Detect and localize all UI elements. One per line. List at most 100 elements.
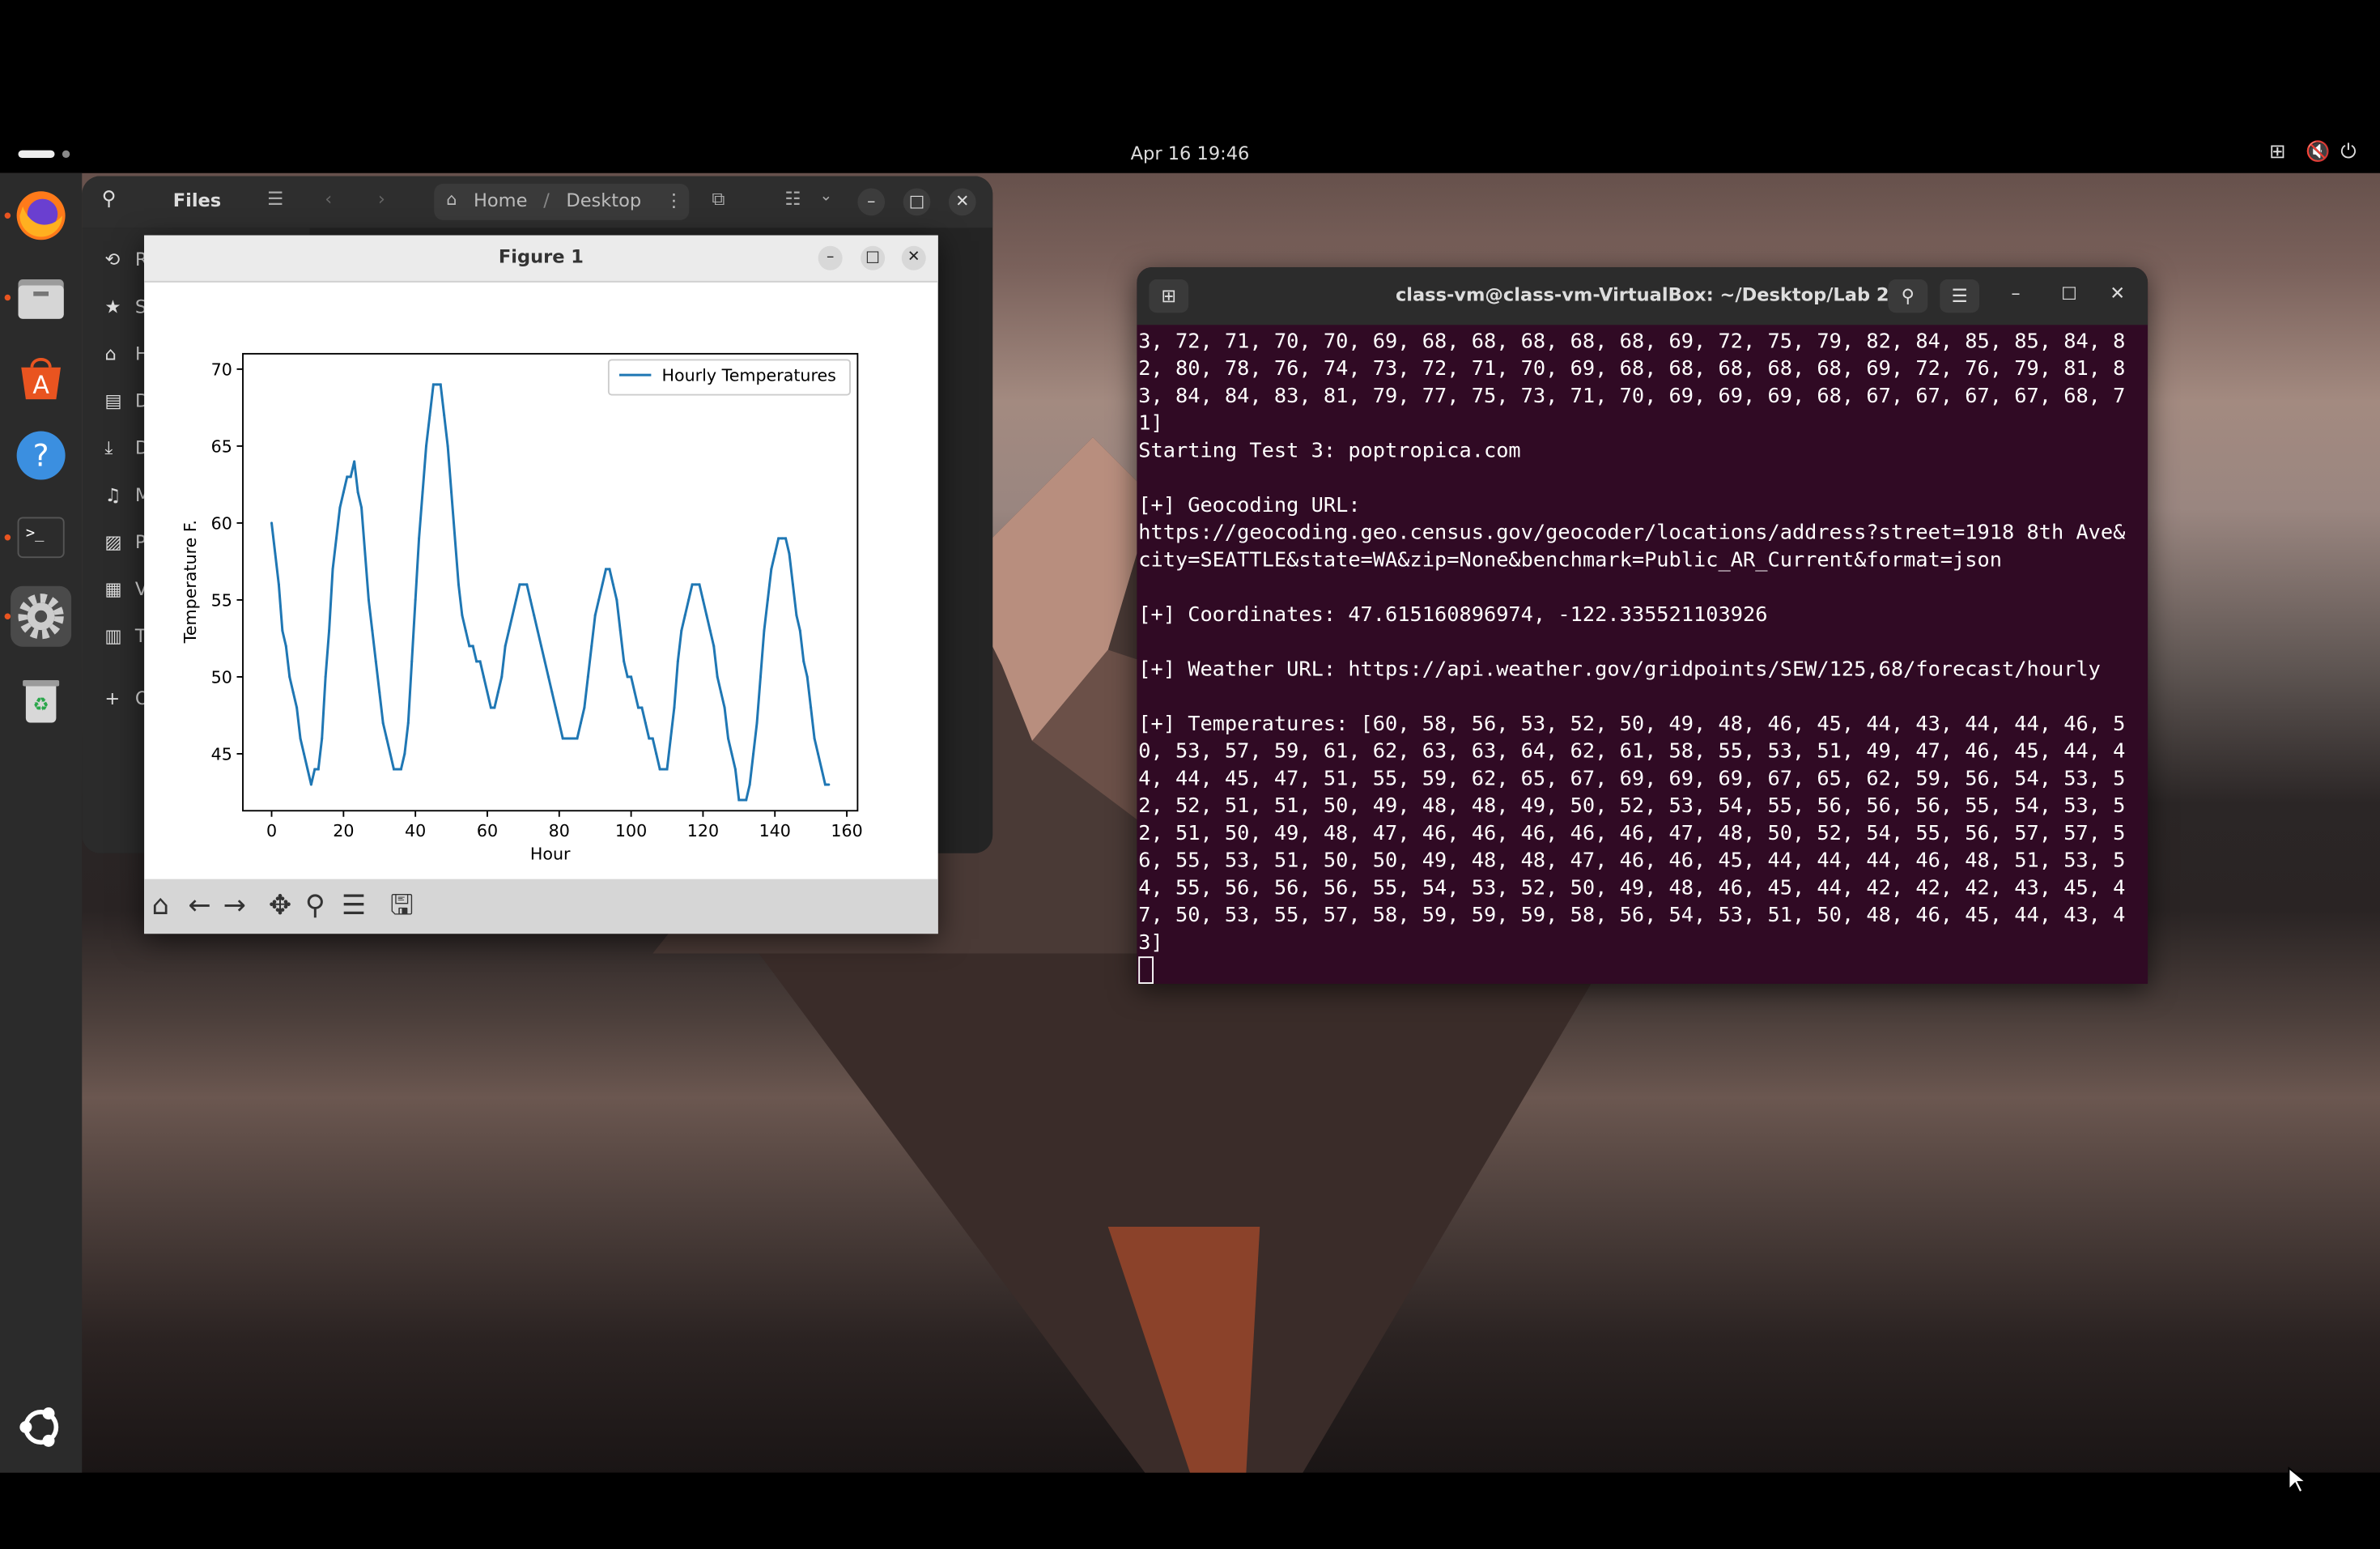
chart-canvas[interactable]: 0 20 40 60 80 100 120 140 160 455055606570 Hour … xyxy=(144,281,938,879)
close-button[interactable]: ✕ xyxy=(948,188,976,216)
minimize-button[interactable]: – xyxy=(2011,283,2020,304)
data-point xyxy=(374,660,377,663)
music-icon[interactable]: ♫ xyxy=(104,484,121,505)
data-point xyxy=(302,752,305,755)
data-point xyxy=(381,721,385,725)
data-point xyxy=(733,768,737,771)
network-icon[interactable]: ⊞ xyxy=(2269,141,2285,164)
downloads-icon[interactable]: ⤓ xyxy=(104,437,113,460)
pictures-icon[interactable]: ▨ xyxy=(104,531,121,552)
data-point xyxy=(338,506,342,509)
data-point xyxy=(695,583,698,586)
settings-icon[interactable] xyxy=(11,585,72,647)
close-button[interactable]: ✕ xyxy=(2110,283,2125,304)
data-point xyxy=(428,414,431,417)
data-point xyxy=(446,445,449,448)
minimize-button[interactable]: – xyxy=(818,245,843,270)
data-point xyxy=(360,506,363,509)
menu-icon[interactable]: ☰ xyxy=(1940,279,1979,313)
figure-toolbar: ⌂ ← → ✥ ⚲ ☰ 🖫 xyxy=(144,879,938,934)
data-point xyxy=(418,537,421,540)
data-point xyxy=(593,614,597,617)
minimize-button[interactable]: – xyxy=(857,188,886,216)
data-point xyxy=(546,675,550,679)
data-point xyxy=(525,583,529,586)
documents-icon[interactable]: ▤ xyxy=(104,390,121,411)
back-icon[interactable]: ← xyxy=(189,890,211,923)
terminal-headerbar: ⊞ class-vm@class-vm-VirtualBox: ~/Deskto… xyxy=(1137,267,2148,326)
help-icon[interactable]: ? xyxy=(11,425,71,486)
data-point xyxy=(471,645,474,648)
data-point xyxy=(586,675,589,679)
back-arrow-icon[interactable]: ‹ xyxy=(325,189,332,210)
firefox-icon[interactable] xyxy=(11,185,71,246)
close-button[interactable]: ✕ xyxy=(901,245,926,270)
pan-icon[interactable]: ✥ xyxy=(269,890,291,923)
recent-icon[interactable]: ⟲ xyxy=(104,249,120,270)
data-point xyxy=(766,598,769,602)
data-point xyxy=(798,629,801,632)
app-center-icon[interactable]: A xyxy=(11,347,71,407)
data-point xyxy=(723,706,726,709)
running-indicator xyxy=(4,294,11,301)
data-point xyxy=(457,583,460,586)
home-icon[interactable]: ⌂ xyxy=(152,890,169,923)
view-list-icon[interactable]: ☷ xyxy=(784,189,801,210)
y-tick-label: 60 xyxy=(211,513,232,533)
ubuntu-logo-icon[interactable] xyxy=(11,1397,71,1458)
home-folder-icon[interactable]: ⌂ xyxy=(104,343,116,364)
data-point xyxy=(496,691,499,694)
data-point xyxy=(810,706,813,709)
chevron-down-icon[interactable]: ⌄ xyxy=(820,189,833,206)
search-icon[interactable]: ⚲ xyxy=(1888,279,1928,313)
trash-icon[interactable]: ♻ xyxy=(11,668,71,729)
breadcrumb-home[interactable]: Home xyxy=(474,189,527,211)
data-point xyxy=(626,675,629,679)
new-tab-icon[interactable]: ⧉ xyxy=(712,189,725,211)
add-location-icon[interactable]: + xyxy=(104,687,120,709)
terminal-icon[interactable]: >_ xyxy=(11,507,71,568)
videos-icon[interactable]: ▦ xyxy=(104,578,121,599)
files-icon[interactable] xyxy=(11,267,71,328)
configure-icon[interactable]: ☰ xyxy=(342,890,366,923)
breadcrumb-menu-icon[interactable]: ⋮ xyxy=(665,189,683,211)
data-point xyxy=(716,675,719,679)
data-point xyxy=(558,721,561,725)
terminal-prompt[interactable] xyxy=(1138,956,2146,984)
data-point xyxy=(410,660,414,663)
data-point xyxy=(461,614,464,617)
data-point xyxy=(540,645,543,648)
data-point xyxy=(784,537,788,540)
starred-icon[interactable]: ★ xyxy=(104,296,121,317)
forward-icon[interactable]: → xyxy=(223,890,246,923)
data-point xyxy=(630,675,633,679)
forward-arrow-icon[interactable]: › xyxy=(378,189,385,210)
data-point xyxy=(770,568,773,571)
data-point xyxy=(353,460,356,463)
data-point xyxy=(342,491,345,494)
data-point xyxy=(356,491,359,494)
terminal-output[interactable]: 3, 72, 71, 70, 70, 69, 68, 68, 68, 68, 6… xyxy=(1138,328,2146,984)
save-icon[interactable]: 🖫 xyxy=(390,890,414,923)
data-point xyxy=(295,706,299,709)
data-point xyxy=(644,721,647,725)
search-icon[interactable]: ⚲ xyxy=(102,189,117,211)
data-point xyxy=(655,752,658,755)
volume-muted-icon[interactable]: 🔇 xyxy=(2306,141,2330,164)
data-point xyxy=(608,568,611,571)
trash-folder-icon[interactable]: ▥ xyxy=(104,626,121,647)
data-point xyxy=(698,583,701,586)
sidebar-menu-icon[interactable]: ☰ xyxy=(267,189,283,210)
maximize-button[interactable]: □ xyxy=(903,188,931,216)
data-point xyxy=(633,691,636,694)
breadcrumb-desktop[interactable]: Desktop xyxy=(566,189,641,211)
data-point xyxy=(482,675,486,679)
data-point xyxy=(662,768,665,771)
zoom-icon[interactable]: ⚲ xyxy=(305,890,325,923)
data-point xyxy=(691,583,694,586)
maximize-button[interactable]: □ xyxy=(861,245,886,270)
maximize-button[interactable]: □ xyxy=(2061,283,2077,302)
clock[interactable]: Apr 16 19:46 xyxy=(0,143,2380,164)
data-point xyxy=(805,675,809,679)
power-icon[interactable]: ⏻ xyxy=(2340,141,2356,164)
